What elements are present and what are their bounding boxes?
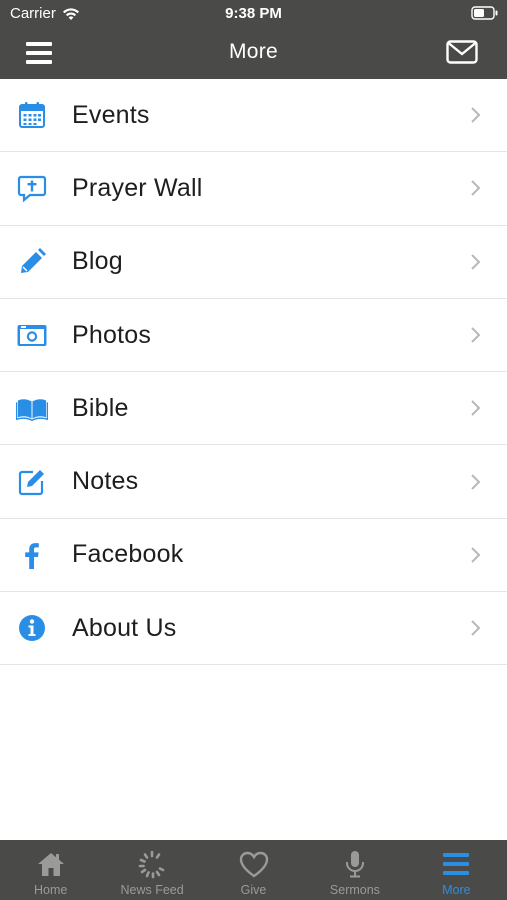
menu-icon	[443, 853, 470, 875]
tab-sermons[interactable]: Sermons	[304, 840, 405, 900]
menu-item-events[interactable]: Events	[0, 79, 507, 153]
tab-label: News Feed	[120, 883, 184, 897]
heart-icon	[239, 851, 268, 878]
prayer-bubble-icon	[16, 172, 48, 204]
menu-item-about-us[interactable]: About Us	[0, 592, 507, 666]
tab-label: Sermons	[329, 883, 380, 897]
menu-item-label: About Us	[72, 613, 177, 642]
book-icon	[16, 392, 48, 424]
menu-item-bible[interactable]: Bible	[0, 372, 507, 446]
tab-label: Home	[34, 883, 68, 897]
tab-bar: Home News Feed Give Sermons More	[0, 840, 507, 900]
tab-label: Give	[240, 883, 267, 897]
chevron-right-icon	[471, 107, 481, 123]
menu-item-photos[interactable]: Photos	[0, 298, 507, 373]
battery-icon	[471, 6, 498, 20]
pencil-icon	[16, 246, 48, 278]
tab-home[interactable]: Home	[0, 840, 101, 900]
info-icon	[16, 612, 48, 644]
menu-item-label: Facebook	[72, 540, 184, 569]
refresh-icon	[138, 850, 165, 879]
menu-item-blog[interactable]: Blog	[0, 225, 507, 299]
status-time: 9:38 PM	[225, 5, 282, 22]
chevron-right-icon	[471, 327, 481, 343]
screen: Carrier 9:38 PM More Events Prayer Wall …	[0, 0, 507, 900]
page-title: More	[228, 40, 279, 63]
menu-item-facebook[interactable]: Facebook	[0, 518, 507, 593]
chevron-right-icon	[471, 620, 481, 636]
mail-icon	[446, 40, 478, 64]
chevron-right-icon	[471, 400, 481, 417]
menu-item-notes[interactable]: Notes	[0, 445, 507, 519]
tab-news-feed[interactable]: News Feed	[101, 840, 202, 900]
tab-give[interactable]: Give	[203, 840, 304, 900]
top-bar: Carrier 9:38 PM More	[0, 0, 507, 79]
facebook-icon	[16, 539, 48, 571]
camera-icon	[16, 319, 48, 351]
mail-button[interactable]	[445, 38, 481, 68]
chevron-right-icon	[471, 473, 481, 490]
menu-item-label: Notes	[72, 467, 139, 496]
calendar-icon	[16, 99, 48, 131]
microphone-icon	[345, 851, 364, 878]
menu-item-prayer-wall[interactable]: Prayer Wall	[0, 152, 507, 226]
status-bar: Carrier 9:38 PM	[0, 0, 507, 28]
menu-item-label: Prayer Wall	[72, 173, 203, 202]
chevron-right-icon	[471, 180, 481, 197]
tab-label: More	[442, 883, 471, 897]
chevron-right-icon	[471, 547, 481, 563]
more-menu-list: Events Prayer Wall Blog Photos Bible Not…	[0, 79, 507, 666]
nav-bar: More	[0, 28, 507, 79]
tab-more[interactable]: More	[406, 840, 507, 900]
home-icon	[37, 853, 64, 876]
menu-item-label: Blog	[72, 247, 123, 276]
menu-item-label: Photos	[72, 320, 152, 349]
chevron-right-icon	[471, 254, 481, 270]
menu-item-label: Events	[72, 100, 150, 129]
menu-item-label: Bible	[72, 393, 129, 422]
notes-icon	[16, 466, 48, 498]
